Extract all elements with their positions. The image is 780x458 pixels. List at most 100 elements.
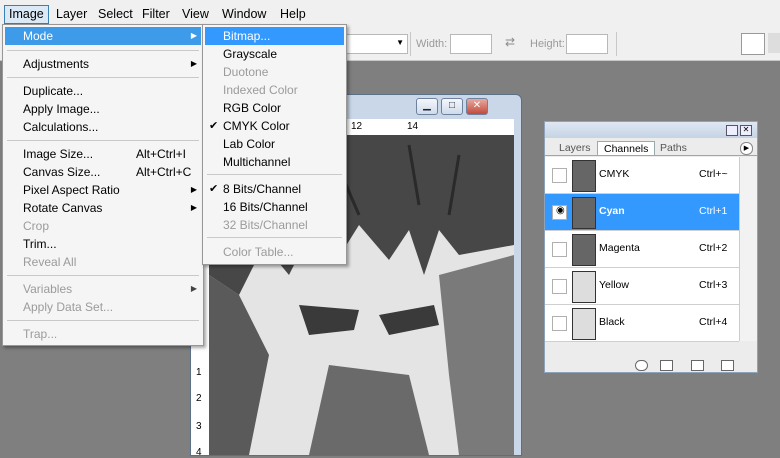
tab-layers[interactable]: Layers [553,141,597,155]
menu-select[interactable]: Select [94,6,137,23]
visibility-toggle[interactable] [552,242,567,257]
minimize-icon[interactable] [726,125,738,136]
channel-name: Magenta [599,242,640,254]
channel-row-black[interactable]: Black Ctrl+4 [545,305,739,342]
divider [7,275,199,276]
menu-item-32-bits: 32 Bits/Channel [223,218,308,232]
menu-item-indexed-color: Indexed Color [223,83,298,97]
visibility-toggle[interactable] [552,279,567,294]
menu-item-apply-image[interactable]: Apply Image... [5,100,201,118]
menu-item-trim[interactable]: Trim... [5,235,201,253]
channel-shortcut: Ctrl+3 [699,279,728,291]
save-selection-icon[interactable] [660,360,673,371]
close-icon[interactable]: ✕ [740,125,752,136]
menu-item-multichannel[interactable]: Multichannel [205,153,344,171]
menu-view[interactable]: View [178,6,213,23]
swap-icon[interactable]: ⇄ [505,35,515,49]
menu-item-pixel-aspect-ratio[interactable]: Pixel Aspect Ratio ▶ [5,181,201,199]
menu-item-rgb-color[interactable]: RGB Color [205,99,344,117]
image-menu: Mode ▶ Adjustments ▶ Duplicate... Apply Im… [2,24,204,346]
panel-titlebar: ✕ [545,122,757,138]
divider [7,140,199,141]
menu-item-16-bits[interactable]: 16 Bits/Channel [205,198,344,216]
menu-item-lab-color[interactable]: Lab Color [205,135,344,153]
ruler-tick-label: 12 [351,121,363,132]
width-field[interactable] [450,34,492,54]
menu-item-bitmap[interactable]: Bitmap... [205,27,344,45]
channel-row-cmyk[interactable]: CMYK Ctrl+~ [545,157,739,194]
divider [616,32,617,56]
ruler-tick-label: 1 [196,367,202,378]
channel-row-yellow[interactable]: Yellow Ctrl+3 [545,268,739,305]
menu-item-rotate-canvas[interactable]: Rotate Canvas ▶ [5,199,201,217]
tab-channels[interactable]: Channels [597,141,656,156]
menu-filter[interactable]: Filter [138,6,174,23]
channel-thumbnail [572,197,596,229]
menu-layer[interactable]: Layer [52,6,91,23]
visibility-toggle[interactable] [552,316,567,331]
channel-thumbnail [572,308,596,340]
divider [7,50,199,51]
menu-item-apply-data-set: Apply Data Set... [23,300,114,314]
style-dropdown[interactable]: ▼ [340,34,408,54]
new-channel-icon[interactable] [691,360,704,371]
channel-thumbnail [572,160,596,192]
channel-shortcut: Ctrl+4 [699,316,728,328]
menu-item-calculations[interactable]: Calculations... [5,118,201,136]
mode-submenu: Bitmap... Grayscale Duotone Indexed Colo… [202,24,347,265]
channels-panel: ✕ Layers Channels Paths ▶ CMYK Ctrl+~ ◉ … [544,121,758,373]
menu-item-image-size[interactable]: Image Size... Alt+Ctrl+I [5,145,201,163]
menu-item-mode[interactable]: Mode ▶ [5,27,201,45]
panel-icon[interactable] [768,33,780,53]
menu-item-8-bits[interactable]: ✔ 8 Bits/Channel [205,180,344,198]
channel-row-magenta[interactable]: Magenta Ctrl+2 [545,231,739,268]
height-field[interactable] [566,34,608,54]
channel-name: Black [599,316,625,328]
menu-item-color-table: Color Table... [223,245,294,259]
channel-thumbnail [572,234,596,266]
menu-item-cmyk-color[interactable]: ✔ CMYK Color [205,117,344,135]
minimize-icon[interactable]: ▁ [416,98,438,115]
chevron-down-icon: ▼ [396,38,404,47]
menu-item-trap: Trap... [23,327,58,341]
close-icon[interactable]: ✕ [466,98,488,115]
checkmark-icon: ✔ [209,183,219,195]
channel-row-cyan[interactable]: ◉ Cyan Ctrl+1 [545,194,739,231]
divider [7,320,199,321]
visibility-toggle[interactable] [552,168,567,183]
maximize-icon[interactable]: □ [441,98,463,115]
palette-well-icon[interactable] [741,33,765,55]
divider [545,155,757,156]
height-label: Height: [530,38,565,50]
menu-item-duplicate[interactable]: Duplicate... [5,82,201,100]
menu-item-canvas-size[interactable]: Canvas Size... Alt+Ctrl+C [5,163,201,181]
panel-menu-icon[interactable]: ▶ [740,142,753,155]
ruler-tick-label: 3 [196,421,202,432]
divider [207,174,342,175]
ruler-tick-label: 14 [407,121,419,132]
menu-image[interactable]: Image [4,5,49,24]
channel-name: Yellow [599,279,629,291]
divider [7,77,199,78]
channel-name: CMYK [599,168,630,180]
channel-shortcut: Ctrl+~ [699,168,728,180]
channel-thumbnail [572,271,596,303]
eye-icon[interactable]: ◉ [552,205,567,220]
scrollbar[interactable] [739,157,757,341]
ruler-tick-label: 2 [196,393,202,404]
menu-item-duotone: Duotone [223,65,269,79]
channel-name: Cyan [599,205,625,217]
load-selection-icon[interactable] [635,360,648,371]
width-label: Width: [416,38,448,50]
channel-shortcut: Ctrl+1 [699,205,728,217]
menu-item-variables: Variables ▶ [23,282,197,296]
menu-item-grayscale[interactable]: Grayscale [205,45,344,63]
ruler-tick-label: 4 [196,447,202,458]
menu-item-reveal-all: Reveal All [23,255,77,269]
menu-item-adjustments[interactable]: Adjustments ▶ [5,55,201,73]
menu-item-crop: Crop [23,219,50,233]
menu-help[interactable]: Help [276,6,310,23]
trash-icon[interactable] [721,360,734,371]
tab-paths[interactable]: Paths [654,141,693,155]
menu-window[interactable]: Window [218,6,270,23]
